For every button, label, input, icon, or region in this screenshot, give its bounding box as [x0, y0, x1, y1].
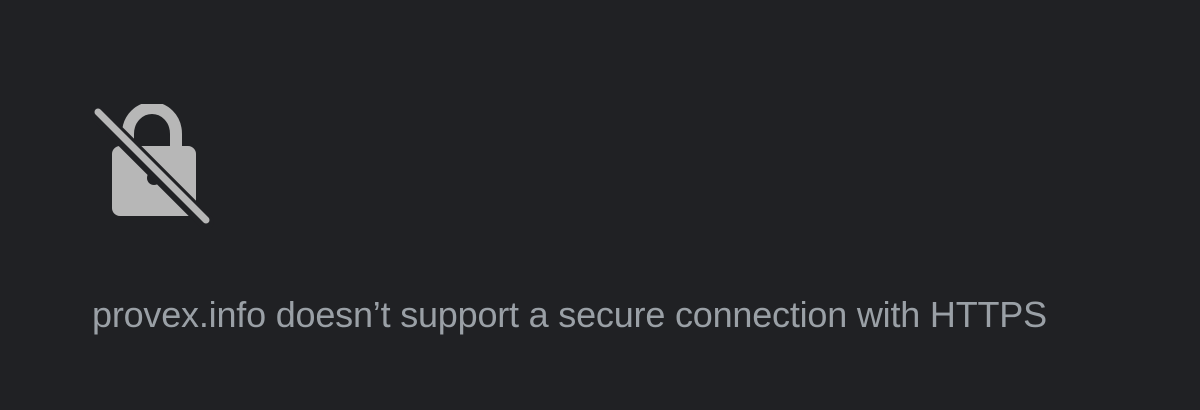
insecure-connection-interstitial: provex.info doesn’t support a secure con… — [0, 0, 1200, 410]
insecure-connection-message: provex.info doesn’t support a secure con… — [92, 294, 1047, 335]
insecure-lock-icon — [90, 104, 214, 228]
